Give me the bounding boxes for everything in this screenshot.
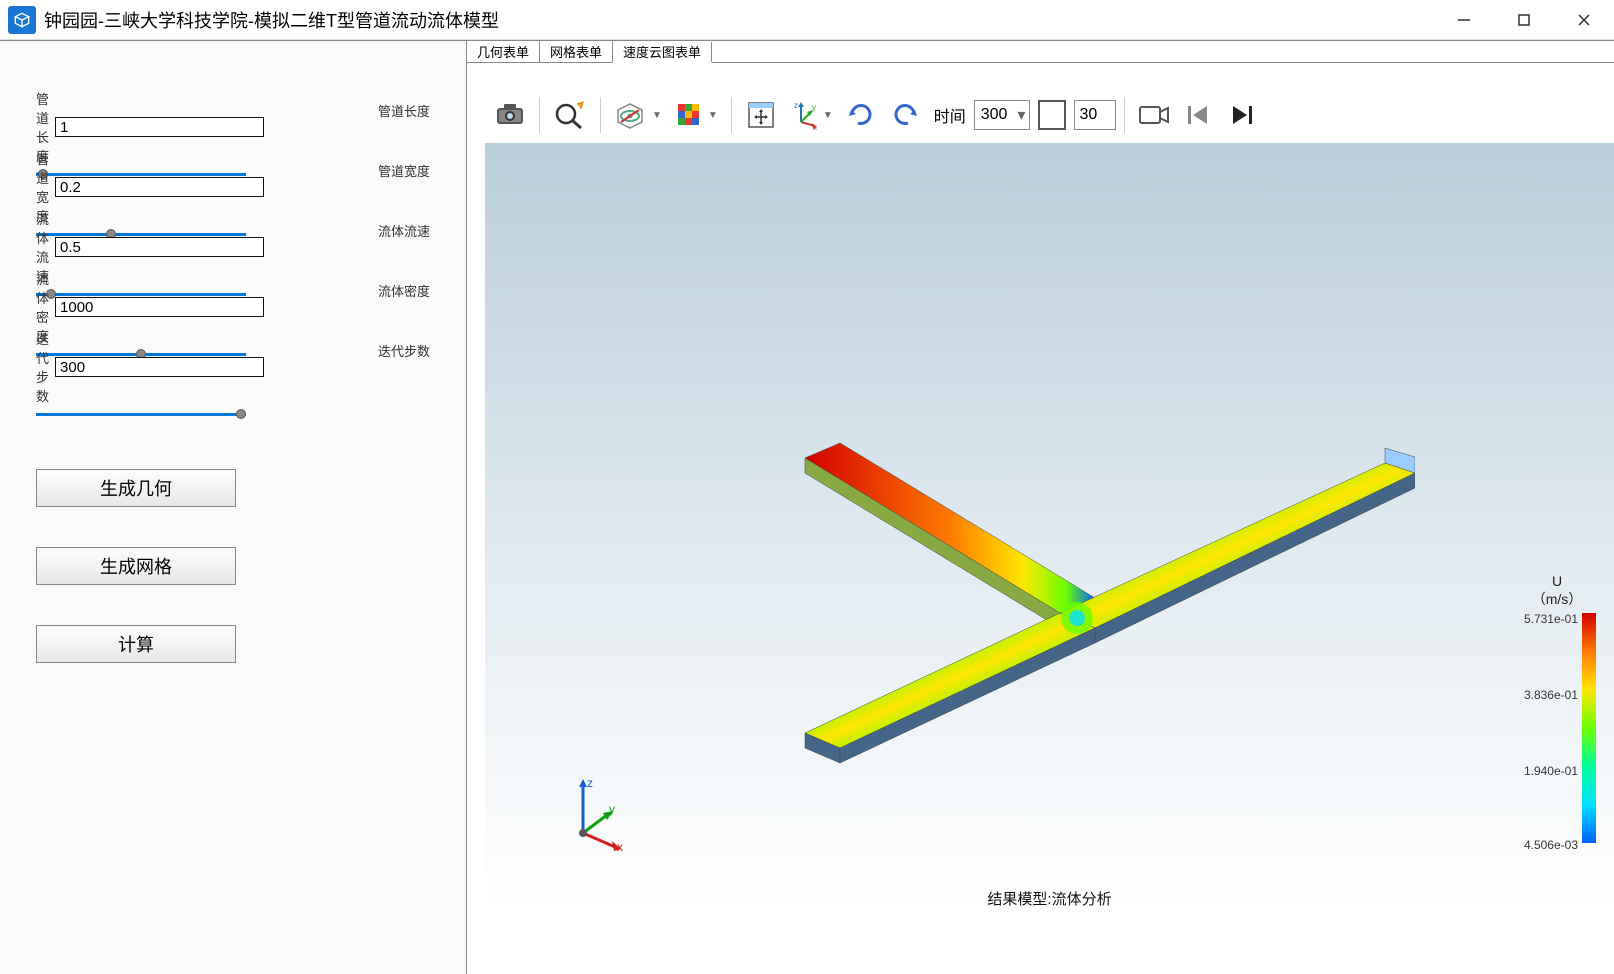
param-row: 管道长度 管道长度 (36, 89, 430, 149)
param-row: 流体密度 流体密度 (36, 269, 430, 329)
param-input[interactable] (55, 297, 264, 317)
window-title: 钟园园-三峡大学科技学院-模拟二维T型管道流动流体模型 (44, 7, 1434, 33)
zoom-to-fit-icon[interactable] (548, 94, 592, 136)
param-right-label: 管道长度 (378, 101, 430, 120)
chevron-down-icon: ▼ (652, 110, 662, 121)
compute-button[interactable]: 计算 (36, 625, 236, 663)
param-input[interactable] (55, 177, 264, 197)
tabs: 几何表单网格表单速度云图表单 (467, 41, 1614, 63)
orientation-triad: z y x (563, 773, 633, 853)
param-input[interactable] (55, 357, 264, 377)
time-label: 时间 (934, 103, 966, 127)
param-label: 迭代步数 (36, 329, 49, 405)
frame-indicator[interactable] (1038, 100, 1066, 130)
param-input[interactable] (55, 117, 264, 137)
skip-forward-icon[interactable] (1221, 94, 1263, 136)
param-right-label: 管道宽度 (378, 161, 430, 180)
viewport-footer-label: 结果模型:流体分析 (987, 888, 1111, 909)
time-select[interactable]: 300 (974, 100, 1031, 130)
svg-text:x: x (617, 840, 623, 853)
viewport-3d[interactable]: z y x U （m/s） 5.731e-01 3.836e-01 1.940e… (485, 143, 1614, 913)
viewer-toolbar: ▼ ▼ (485, 91, 1614, 139)
param-right-label: 流体密度 (378, 281, 430, 300)
rotate-cw-icon[interactable] (884, 94, 926, 136)
screenshot-icon[interactable] (489, 94, 531, 136)
tab[interactable]: 速度云图表单 (613, 42, 712, 63)
param-right-label: 迭代步数 (378, 341, 430, 360)
generate-geometry-button[interactable]: 生成几何 (36, 469, 236, 507)
chevron-down-icon: ▼ (823, 110, 833, 121)
pan-mode-icon[interactable] (740, 94, 782, 136)
svg-text:y: y (812, 103, 816, 112)
chevron-down-icon: ▼ (708, 110, 718, 121)
svg-text:x: x (813, 123, 817, 130)
parameter-sidebar: 管道长度 管道长度 管道宽度 管道宽度 流体流速 流体流速 流体密度 (0, 41, 467, 974)
svg-text:z: z (587, 776, 593, 790)
t-pipe-model (785, 423, 1415, 803)
rotate-ccw-icon[interactable] (840, 94, 882, 136)
maximize-button[interactable] (1494, 0, 1554, 39)
param-right-label: 流体流速 (378, 221, 430, 240)
frame-input[interactable] (1074, 100, 1116, 130)
skip-back-icon[interactable] (1177, 94, 1219, 136)
colorbar-legend: U （m/s） 5.731e-01 3.836e-01 1.940e-01 4.… (1512, 573, 1602, 853)
param-row: 管道宽度 管道宽度 (36, 149, 430, 209)
param-input[interactable] (55, 237, 264, 257)
svg-text:z: z (794, 101, 798, 110)
camera-icon[interactable] (1133, 94, 1175, 136)
app-icon (8, 6, 36, 34)
close-button[interactable] (1554, 0, 1614, 39)
svg-text:y: y (609, 802, 615, 816)
param-row: 迭代步数 迭代步数 (36, 329, 430, 389)
tab[interactable]: 几何表单 (467, 41, 540, 62)
param-row: 流体流速 流体流速 (36, 209, 430, 269)
visibility-icon[interactable]: ▼ (609, 94, 667, 136)
titlebar: 钟园园-三峡大学科技学院-模拟二维T型管道流动流体模型 (0, 0, 1614, 40)
tab[interactable]: 网格表单 (540, 41, 613, 62)
generate-mesh-button[interactable]: 生成网格 (36, 547, 236, 585)
colormap-icon[interactable]: ▼ (669, 94, 723, 136)
axes-orientation-icon[interactable]: z y x ▼ (784, 94, 838, 136)
minimize-button[interactable] (1434, 0, 1494, 39)
param-slider[interactable] (36, 407, 246, 421)
